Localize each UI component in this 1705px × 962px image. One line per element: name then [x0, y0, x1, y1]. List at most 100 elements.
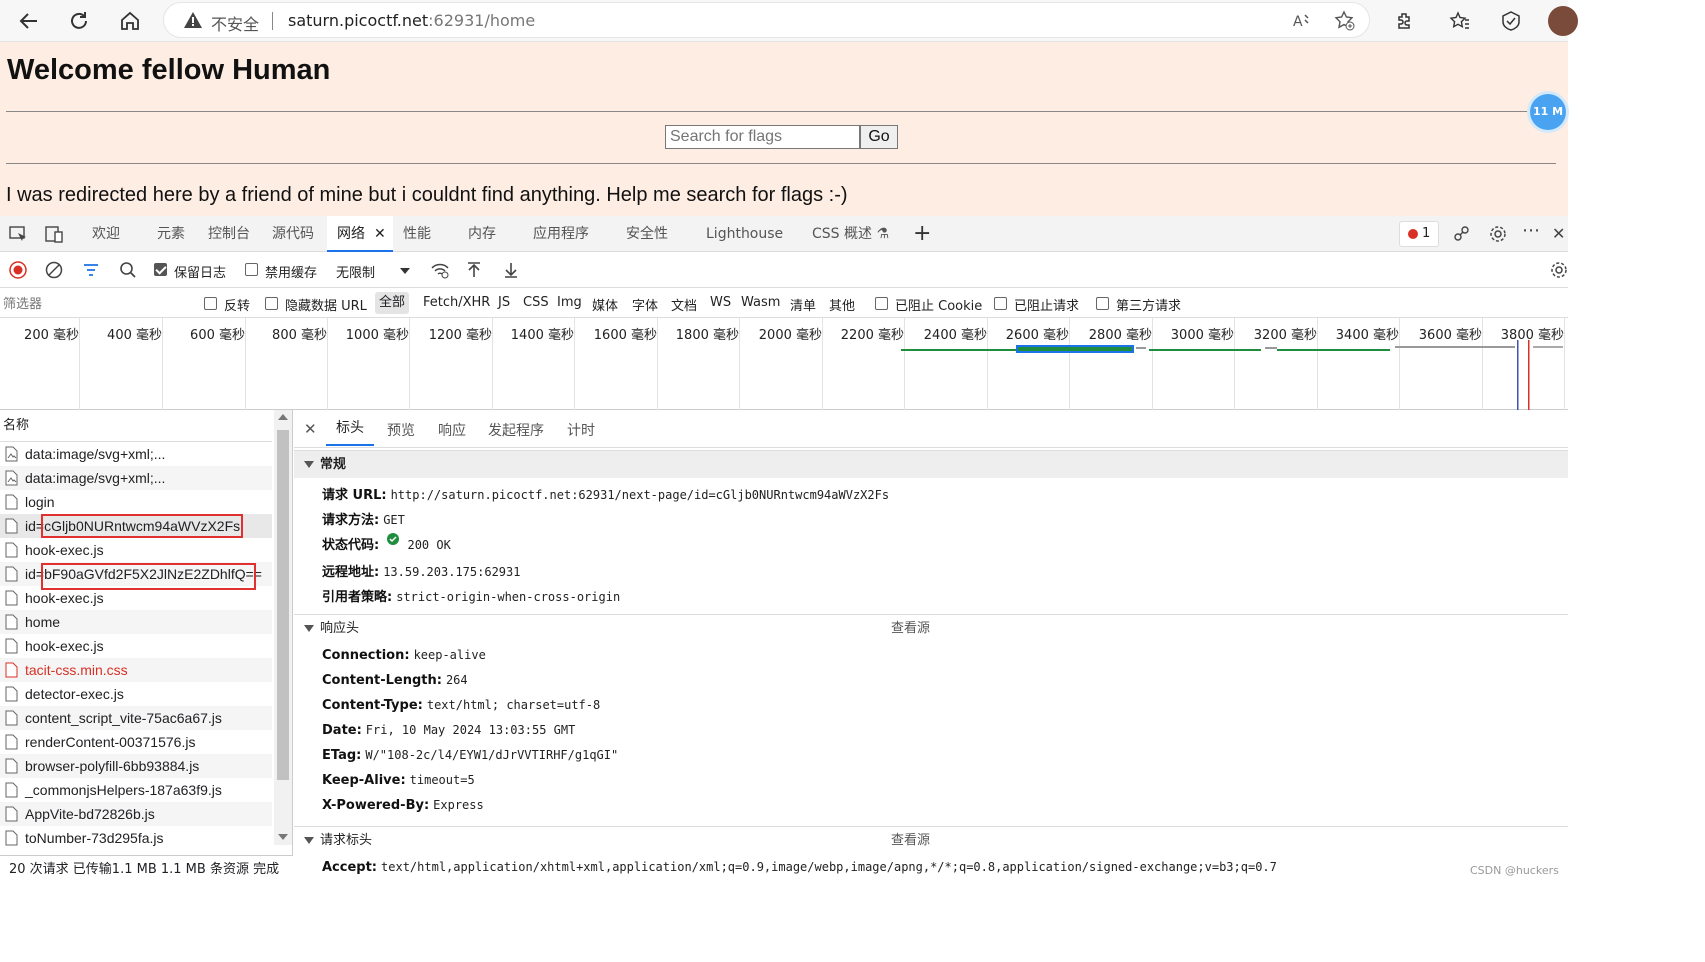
list-item[interactable]: tacit-css.min.css: [0, 658, 272, 682]
flag-search-input[interactable]: [665, 125, 860, 149]
home-icon[interactable]: [115, 6, 145, 36]
filter-css[interactable]: CSS: [523, 295, 549, 310]
list-item[interactable]: browser-polyfill-6bb93884.js: [0, 754, 272, 778]
back-icon[interactable]: [14, 6, 44, 36]
read-aloud-icon[interactable]: A: [1292, 11, 1312, 35]
more-tabs-icon[interactable]: +: [913, 216, 931, 252]
list-item[interactable]: hook-exec.js: [0, 634, 272, 658]
url-text[interactable]: saturn.picoctf.net:62931/home: [288, 11, 535, 30]
filter-js[interactable]: JS: [498, 295, 510, 310]
tab-performance[interactable]: 性能: [403, 216, 431, 252]
tab-console[interactable]: 控制台: [208, 216, 250, 252]
filter-wasm[interactable]: Wasm: [741, 295, 780, 310]
third-party-checkbox[interactable]: [1096, 297, 1109, 310]
avatar[interactable]: [1548, 6, 1578, 36]
import-har-icon[interactable]: [465, 261, 483, 279]
tab-elements[interactable]: 元素: [157, 216, 185, 252]
address-bar[interactable]: 不安全 saturn.picoctf.net:62931/home A: [163, 2, 1370, 38]
blocked-cookies-checkbox[interactable]: [875, 297, 888, 310]
browser-essentials-icon[interactable]: [1496, 6, 1526, 36]
export-har-icon[interactable]: [502, 261, 520, 279]
list-item[interactable]: content_script_vite-75ac6a67.js: [0, 706, 272, 730]
close-detail-icon[interactable]: ✕: [304, 420, 317, 438]
disable-cache-checkbox[interactable]: [245, 263, 258, 276]
view-source-link[interactable]: 查看源: [891, 827, 930, 855]
close-tab-icon[interactable]: ✕: [374, 216, 386, 252]
view-source-link[interactable]: 查看源: [891, 615, 930, 643]
tab-headers[interactable]: 标头: [326, 410, 374, 446]
clear-icon[interactable]: [45, 261, 63, 279]
request-name: home: [25, 614, 61, 630]
collapse-triangle-icon: [304, 461, 314, 468]
response-headers-section-header[interactable]: 响应头 查看源: [294, 614, 1568, 642]
list-item[interactable]: login: [0, 490, 272, 514]
customize-icon[interactable]: [1452, 224, 1472, 244]
record-icon[interactable]: [9, 261, 27, 279]
filter-other[interactable]: 其他: [829, 295, 855, 314]
tab-application[interactable]: 应用程序: [533, 216, 589, 252]
collapse-triangle-icon: [304, 837, 314, 844]
error-count-badge[interactable]: 1: [1399, 221, 1439, 247]
tab-response[interactable]: 响应: [438, 420, 466, 440]
floating-badge[interactable]: 11 M: [1530, 94, 1566, 130]
request-headers-section-header[interactable]: 请求标头 查看源: [294, 826, 1568, 854]
filter-doc[interactable]: 文档: [671, 295, 697, 314]
tab-preview[interactable]: 预览: [387, 420, 415, 440]
list-item[interactable]: data:image/svg+xml;...: [0, 466, 272, 490]
filter-img[interactable]: Img: [557, 295, 582, 310]
settings-gear-icon[interactable]: [1488, 224, 1508, 244]
filter-input[interactable]: [3, 293, 189, 313]
scroll-up-icon[interactable]: [278, 414, 288, 420]
filter-ws[interactable]: WS: [710, 295, 731, 310]
tab-sources[interactable]: 源代码: [272, 216, 314, 252]
favorites-icon[interactable]: [1445, 6, 1475, 36]
preserve-log-checkbox[interactable]: [154, 263, 167, 276]
network-settings-icon[interactable]: [1550, 261, 1568, 279]
search-icon[interactable]: [119, 261, 137, 279]
list-item[interactable]: renderContent-00371576.js: [0, 730, 272, 754]
filter-media[interactable]: 媒体: [592, 295, 618, 314]
tab-memory[interactable]: 内存: [468, 216, 496, 252]
list-item[interactable]: home: [0, 610, 272, 634]
chevron-down-icon[interactable]: [398, 265, 416, 283]
general-section-header[interactable]: 常规: [294, 450, 1568, 478]
list-item[interactable]: hook-exec.js: [0, 538, 272, 562]
filter-icon[interactable]: [82, 261, 100, 279]
timeline-overview[interactable]: 200 毫秒 400 毫秒 600 毫秒 800 毫秒 1000 毫秒 1200…: [0, 318, 1568, 410]
throttle-select[interactable]: 无限制: [336, 262, 375, 281]
filter-fetch-xhr[interactable]: Fetch/XHR: [423, 295, 490, 310]
list-item[interactable]: _commonjsHelpers-187a63f9.js: [0, 778, 272, 802]
invert-checkbox[interactable]: [204, 297, 217, 310]
tab-security[interactable]: 安全性: [626, 216, 668, 252]
filter-font[interactable]: 字体: [632, 295, 658, 314]
inspect-element-icon[interactable]: [8, 224, 28, 244]
tab-css-overview[interactable]: CSS 概述 ⚗: [812, 216, 889, 252]
tab-timing[interactable]: 计时: [567, 420, 595, 440]
favorite-add-icon[interactable]: [1334, 10, 1356, 36]
tab-initiator[interactable]: 发起程序: [488, 420, 544, 440]
network-conditions-icon[interactable]: [430, 261, 449, 279]
tab-welcome[interactable]: 欢迎: [92, 216, 120, 252]
tab-lighthouse[interactable]: Lighthouse: [706, 216, 783, 252]
warning-icon[interactable]: [183, 11, 203, 33]
go-button[interactable]: Go: [860, 125, 898, 149]
filter-manifest[interactable]: 清单: [790, 295, 816, 314]
close-devtools-icon[interactable]: ✕: [1552, 224, 1572, 244]
request-name: browser-polyfill-6bb93884.js: [25, 758, 200, 774]
scroll-down-icon[interactable]: [278, 834, 288, 840]
list-item[interactable]: data:image/svg+xml;...: [0, 442, 272, 466]
name-column-header[interactable]: 名称: [0, 410, 272, 442]
more-options-icon[interactable]: ⋯: [1522, 222, 1542, 244]
list-item[interactable]: toNumber-73d295fa.js: [0, 826, 272, 850]
blocked-requests-checkbox[interactable]: [994, 297, 1007, 310]
device-toolbar-icon[interactable]: [44, 224, 64, 244]
request-list-scrollbar[interactable]: [274, 410, 292, 845]
hide-data-urls-checkbox[interactable]: [265, 297, 278, 310]
filter-all-button[interactable]: 全部: [375, 292, 410, 314]
extensions-icon[interactable]: [1390, 6, 1420, 36]
list-item[interactable]: detector-exec.js: [0, 682, 272, 706]
list-item[interactable]: AppVite-bd72826b.js: [0, 802, 272, 826]
scrollbar-thumb[interactable]: [277, 430, 289, 780]
tab-network[interactable]: 网络 ✕: [327, 216, 393, 252]
reload-icon[interactable]: [64, 6, 94, 36]
